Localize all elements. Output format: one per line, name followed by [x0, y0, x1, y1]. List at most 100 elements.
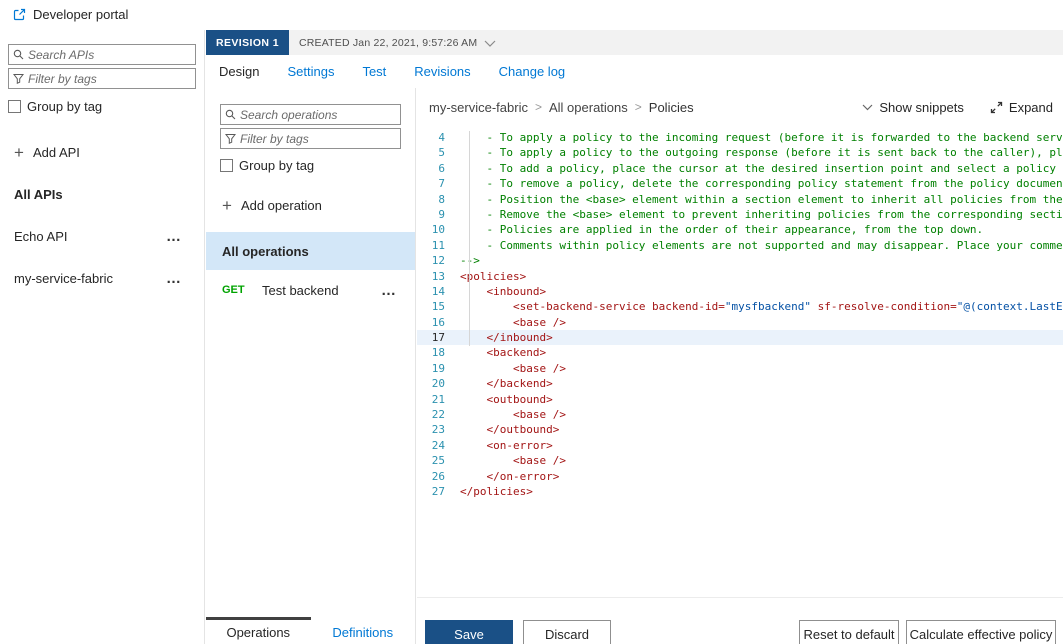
code-line[interactable]: 9 - Remove the <base> element to prevent…	[417, 207, 1063, 222]
code-line[interactable]: 20 </backend>	[417, 376, 1063, 391]
code-line[interactable]: 17 </inbound>	[417, 330, 1063, 345]
expand-button[interactable]: Expand	[990, 100, 1053, 115]
code-token	[460, 423, 487, 436]
line-number: 11	[417, 238, 445, 253]
code-line[interactable]: 21 <outbound>	[417, 392, 1063, 407]
group-by-tag-row[interactable]: Group by tag	[8, 99, 196, 114]
code-token: </backend>	[487, 377, 553, 390]
save-button[interactable]: Save	[425, 620, 513, 644]
line-number: 19	[417, 361, 445, 376]
code-line[interactable]: 12-->	[417, 253, 1063, 268]
code-line[interactable]: 14 <inbound>	[417, 284, 1063, 299]
editor-header-actions: Show snippets Expand	[862, 100, 1053, 115]
filter-icon	[225, 133, 236, 144]
group-by-tag-checkbox[interactable]	[220, 159, 233, 172]
code-token	[460, 470, 487, 483]
code-token	[460, 316, 513, 329]
code-line[interactable]: 11 - Comments within policy elements are…	[417, 238, 1063, 253]
code-text: <base />	[445, 453, 566, 468]
api-list-item[interactable]: Echo API…	[0, 215, 204, 257]
code-line[interactable]: 18 <backend>	[417, 345, 1063, 360]
code-line[interactable]: 4 - To apply a policy to the incoming re…	[417, 130, 1063, 145]
search-apis-input[interactable]	[28, 48, 191, 62]
code-token: </on-error>	[487, 470, 560, 483]
code-line[interactable]: 23 </outbound>	[417, 422, 1063, 437]
code-line[interactable]: 26 </on-error>	[417, 469, 1063, 484]
code-line[interactable]: 25 <base />	[417, 453, 1063, 468]
code-text: <set-backend-service backend-id="mysfbac…	[445, 299, 1063, 314]
code-line[interactable]: 10 - Policies are applied in the order o…	[417, 222, 1063, 237]
code-line[interactable]: 13<policies>	[417, 269, 1063, 284]
breadcrumb-separator-icon: >	[635, 100, 642, 114]
line-number: 18	[417, 345, 445, 360]
code-text: <base />	[445, 407, 566, 422]
code-text: - Policies are applied in the order of t…	[445, 222, 983, 237]
code-text: </backend>	[445, 376, 553, 391]
tab-change-log[interactable]: Change log	[499, 64, 566, 79]
all-operations-item[interactable]: All operations	[206, 232, 415, 270]
line-number: 26	[417, 469, 445, 484]
filter-operations-input[interactable]	[240, 132, 396, 146]
code-line[interactable]: 19 <base />	[417, 361, 1063, 376]
code-text: </outbound>	[445, 422, 559, 437]
code-line[interactable]: 27</policies>	[417, 484, 1063, 499]
api-list-item[interactable]: my-service-fabric…	[0, 257, 204, 299]
filter-apis-input[interactable]	[28, 72, 191, 86]
code-text: - Remove the <base> element to prevent i…	[445, 207, 1063, 222]
add-api-button[interactable]: + Add API	[14, 145, 204, 160]
show-snippets-button[interactable]: Show snippets	[862, 100, 964, 115]
operation-item[interactable]: GETTest backend…	[206, 273, 415, 307]
developer-portal-link[interactable]: Developer portal	[13, 7, 128, 22]
code-line[interactable]: 7 - To remove a policy, delete the corre…	[417, 176, 1063, 191]
line-number: 15	[417, 299, 445, 314]
footer-tab-operations[interactable]: Operations	[206, 617, 311, 644]
code-line[interactable]: 24 <on-error>	[417, 438, 1063, 453]
code-text: </policies>	[445, 484, 533, 499]
code-text: - To apply a policy to the incoming requ…	[445, 130, 1063, 145]
line-number: 17	[417, 330, 445, 345]
code-token: <set-backend-service backend-id=	[513, 300, 725, 313]
chevron-down-icon[interactable]	[484, 40, 496, 48]
all-operations-label: All operations	[222, 244, 309, 259]
line-number: 20	[417, 376, 445, 391]
api-name: my-service-fabric	[14, 271, 166, 286]
code-line[interactable]: 6 - To add a policy, place the cursor at…	[417, 161, 1063, 176]
breadcrumb-item[interactable]: Policies	[649, 100, 694, 115]
show-snippets-label: Show snippets	[879, 100, 964, 115]
tab-revisions[interactable]: Revisions	[414, 64, 470, 79]
api-sidebar: Group by tag + Add API All APIs Echo API…	[0, 30, 205, 644]
group-by-tag-checkbox[interactable]	[8, 100, 21, 113]
code-line[interactable]: 22 <base />	[417, 407, 1063, 422]
open-in-new-icon	[13, 8, 26, 21]
code-line[interactable]: 8 - Position the <base> element within a…	[417, 192, 1063, 207]
footer-tab-definitions[interactable]: Definitions	[311, 617, 416, 644]
reset-to-default-button[interactable]: Reset to default	[799, 620, 899, 644]
group-by-tag-row[interactable]: Group by tag	[220, 158, 401, 173]
code-token: sf-resolve-condition=	[811, 300, 957, 313]
developer-portal-label: Developer portal	[33, 7, 128, 22]
tab-design[interactable]: Design	[219, 64, 259, 79]
group-by-tag-label: Group by tag	[239, 158, 314, 173]
policy-code-editor[interactable]: 4 - To apply a policy to the incoming re…	[417, 130, 1063, 598]
tab-settings[interactable]: Settings	[287, 64, 334, 79]
code-line[interactable]: 16 <base />	[417, 315, 1063, 330]
discard-button[interactable]: Discard	[523, 620, 611, 644]
search-operations-input[interactable]	[240, 108, 396, 122]
add-operation-button[interactable]: + Add operation	[222, 198, 415, 213]
add-operation-label: Add operation	[241, 198, 322, 213]
breadcrumb-item[interactable]: my-service-fabric	[429, 100, 528, 115]
line-number: 27	[417, 484, 445, 499]
code-token	[460, 439, 487, 452]
context-menu-icon[interactable]: …	[166, 228, 182, 245]
tab-test[interactable]: Test	[362, 64, 386, 79]
code-line[interactable]: 5 - To apply a policy to the outgoing re…	[417, 145, 1063, 160]
line-number: 7	[417, 176, 445, 191]
context-menu-icon[interactable]: …	[381, 282, 397, 299]
code-line[interactable]: 15 <set-backend-service backend-id="mysf…	[417, 299, 1063, 314]
code-token	[460, 331, 487, 344]
calculate-effective-policy-button[interactable]: Calculate effective policy	[906, 620, 1056, 644]
revision-bar: REVISION 1 CREATED Jan 22, 2021, 9:57:26…	[206, 30, 1063, 55]
context-menu-icon[interactable]: …	[166, 270, 182, 287]
breadcrumb-item[interactable]: All operations	[549, 100, 628, 115]
breadcrumb: my-service-fabric>All operations>Policie…	[429, 100, 694, 115]
